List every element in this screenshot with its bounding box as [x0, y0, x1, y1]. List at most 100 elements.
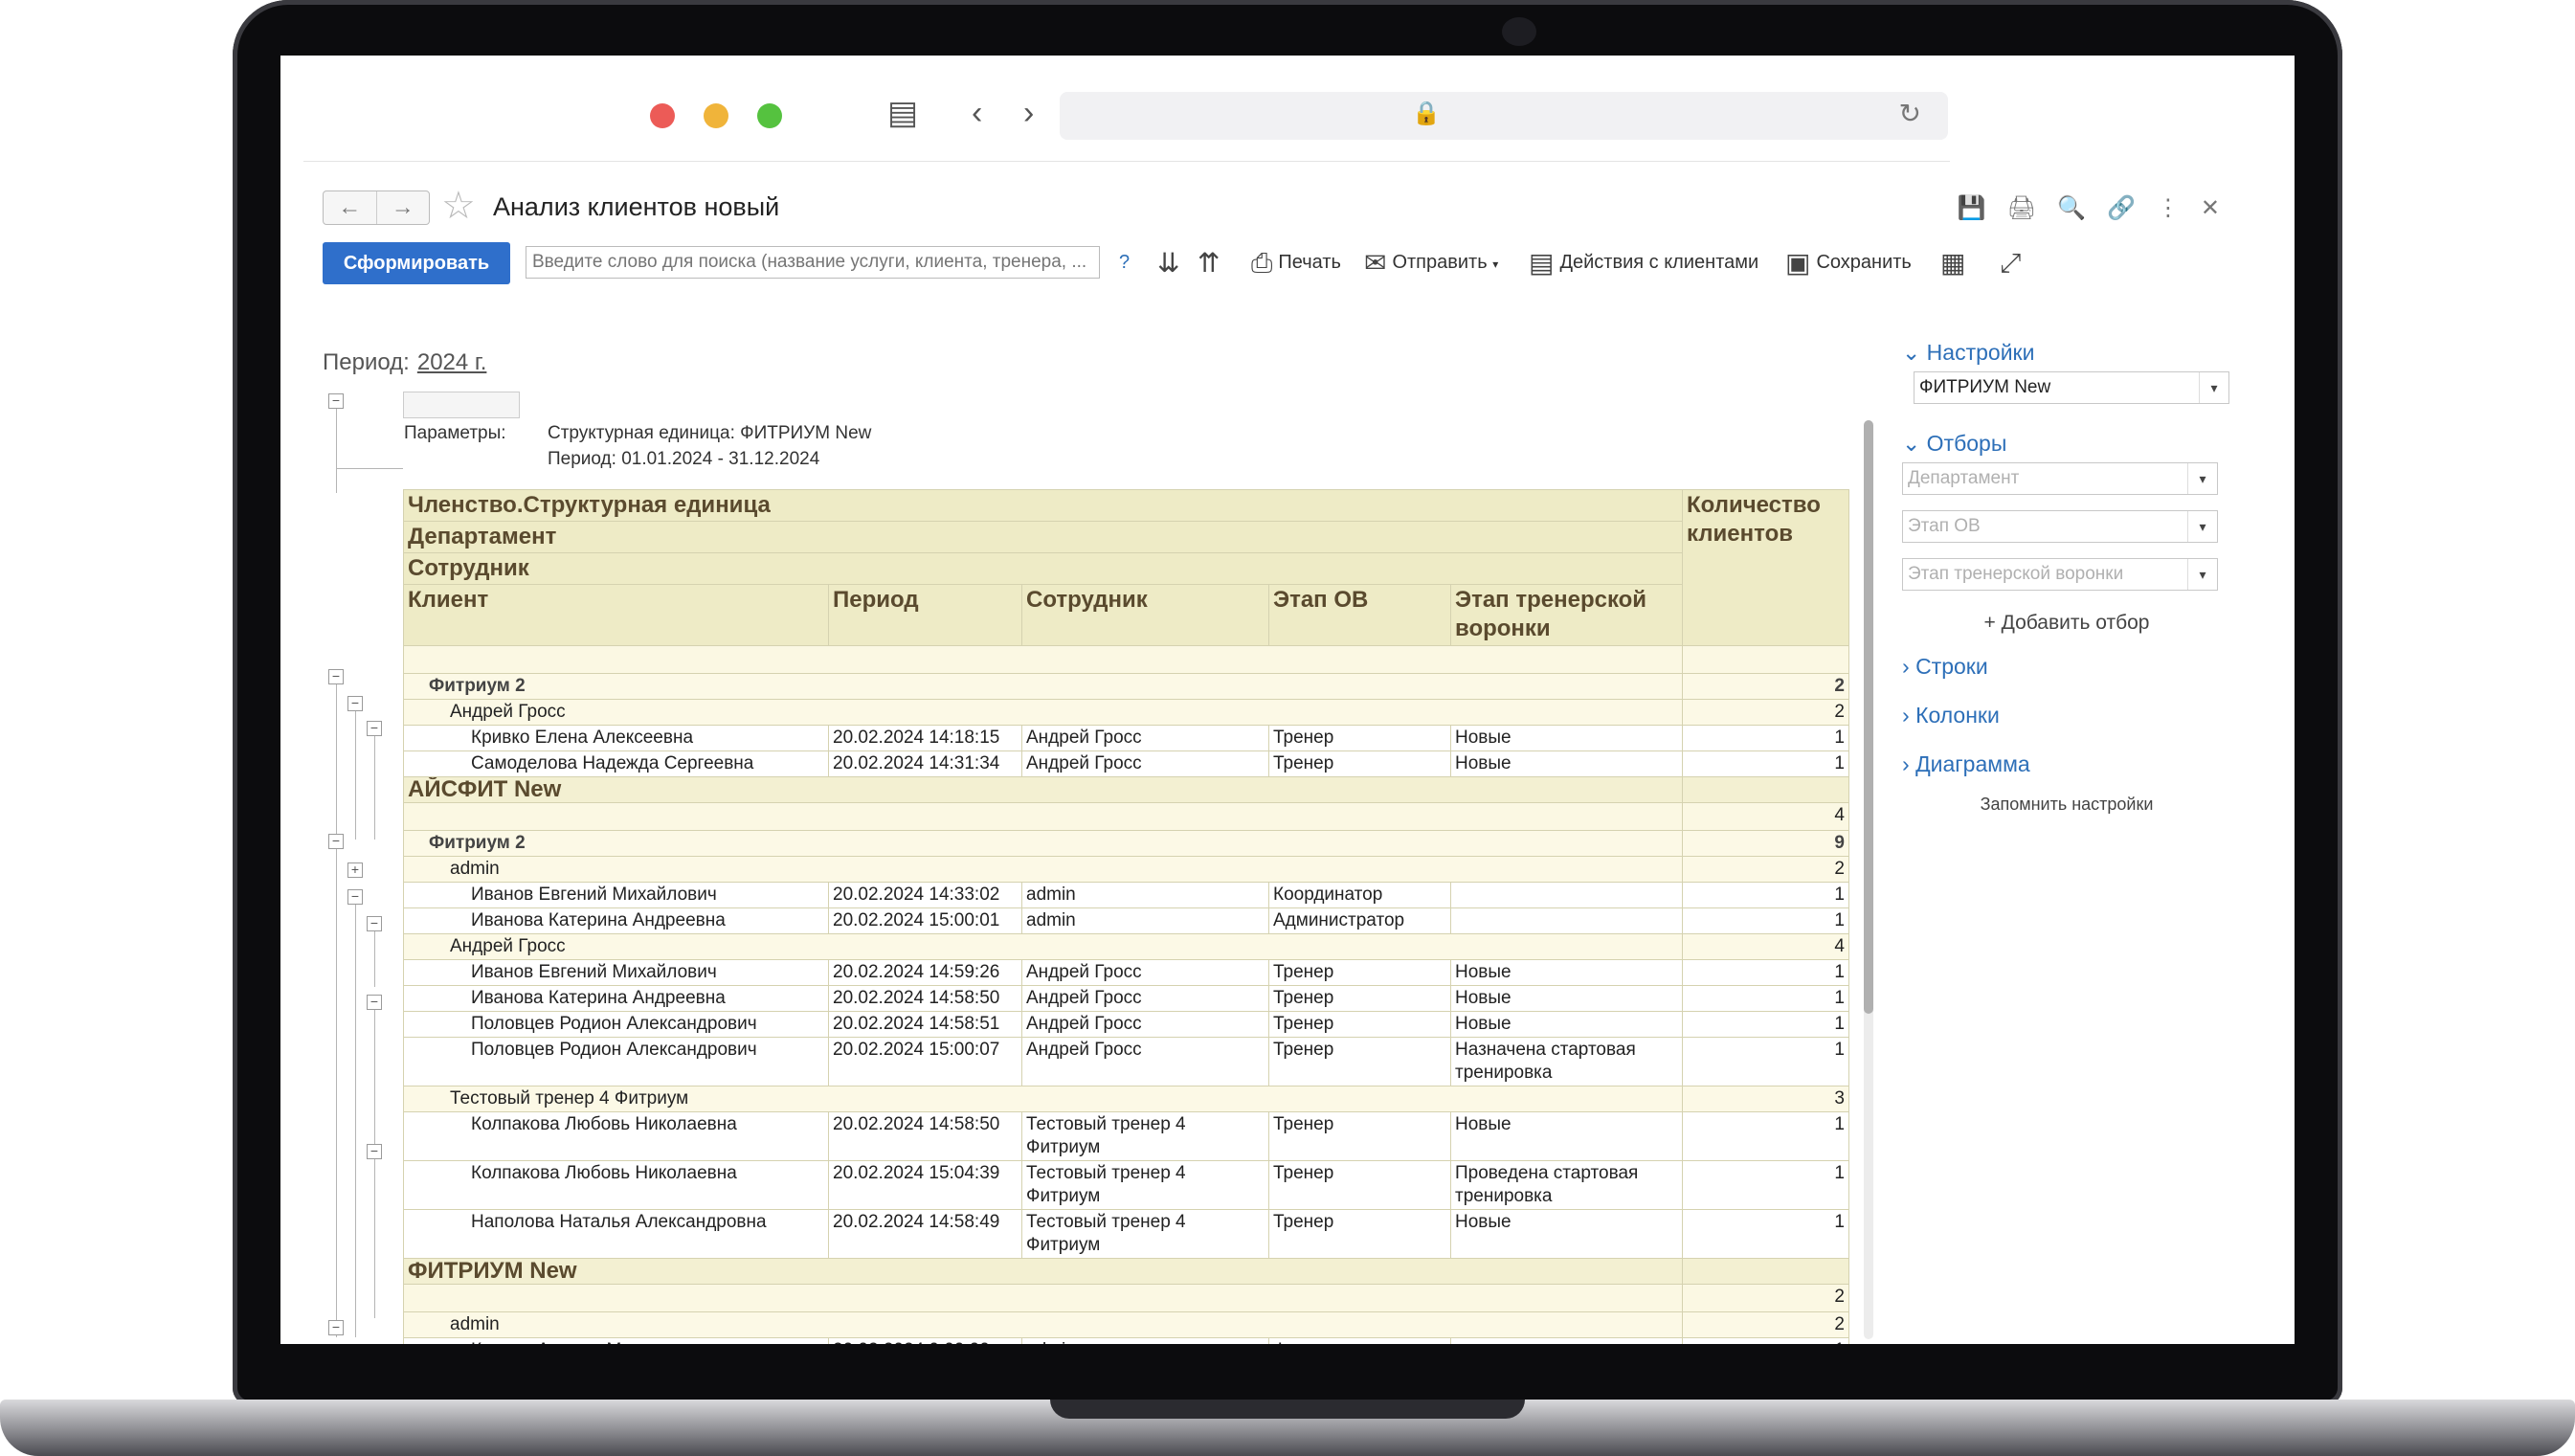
nav-forward-button[interactable]: →: [377, 191, 430, 224]
funnel-stage-filter[interactable]: Этап тренерской воронки ▾: [1902, 558, 2218, 591]
table-row: Наполова Наталья Александровна 20.02.2024…: [403, 1209, 1849, 1259]
params-period: Период: 01.01.2024 - 31.12.2024: [548, 449, 820, 469]
columns-section[interactable]: › Колонки: [1902, 703, 2247, 728]
client-cell: Половцев Родион Александрович: [403, 1037, 829, 1086]
count-cell: 1: [1682, 985, 1849, 1012]
table-row: Иванова Катерина Андреевна 20.02.2024 14:…: [403, 985, 1849, 1012]
group-count: 9: [1682, 830, 1849, 857]
group-row: Андрей Гросс 4: [403, 933, 1849, 960]
employee-cell: Андрей Гросс: [1021, 985, 1269, 1012]
period-link[interactable]: 2024 г.: [417, 349, 487, 375]
table-row: Колпакова Любовь Николаевна 20.02.2024 14…: [403, 1111, 1849, 1161]
rows-section[interactable]: › Строки: [1902, 654, 2247, 680]
dropdown-arrow-icon[interactable]: ▾: [2199, 372, 2228, 403]
collapse-toggle[interactable]: −: [328, 669, 344, 684]
vertical-scrollbar[interactable]: [1864, 420, 1873, 1339]
filters-section[interactable]: ⌄ Отборы: [1902, 431, 2247, 457]
group-label: [403, 1284, 1683, 1312]
reload-icon[interactable]: ↻: [1899, 98, 1921, 129]
save-label: Сохранить: [1816, 252, 1912, 273]
dropdown-arrow-icon[interactable]: ▾: [2187, 559, 2217, 590]
table-row: Калаев Арамис Магомедризаевич20.02.2024 …: [403, 1337, 1849, 1344]
client-actions-button[interactable]: ▤ Действия с клиентами: [1529, 248, 1758, 278]
columns-section-label: Колонки: [1915, 703, 2000, 728]
maximize-window-button[interactable]: [757, 103, 782, 128]
collapse-toggle[interactable]: −: [367, 916, 382, 931]
settings-variant-select[interactable]: ФИТРИУМ New ▾: [1914, 371, 2229, 404]
period-cell: 20.02.2024 14:18:15: [828, 725, 1022, 751]
header-membership-unit: Членство.Структурная единица: [403, 489, 1683, 522]
minimize-window-button[interactable]: [704, 103, 728, 128]
fullscreen-icon[interactable]: ⤢: [2000, 248, 2026, 278]
search-input[interactable]: [526, 246, 1100, 279]
forward-icon[interactable]: ›: [1023, 94, 1034, 132]
toolbar: Сформировать ? ⇊ ⇈ ⎙Печать ✉Отправить ▾ …: [323, 242, 2065, 286]
group-row: ФИТРИУМ New: [403, 1258, 1849, 1285]
chevron-down-icon: ⌄: [1902, 340, 1921, 365]
settings-section[interactable]: ⌄ Настройки: [1902, 340, 2247, 366]
collapse-toggle[interactable]: −: [328, 834, 344, 849]
add-filter-button[interactable]: + Добавить отбор: [1902, 612, 2231, 635]
settings-panel: ⌄ Настройки ФИТРИУМ New ▾ ⌄ Отборы Департ…: [1902, 340, 2247, 815]
more-icon[interactable]: ⋮: [2157, 194, 2180, 222]
table-settings-icon[interactable]: ▦: [1940, 248, 1971, 278]
address-bar[interactable]: 🔒 ↻: [1060, 92, 1948, 140]
group-label: Фитриум 2: [403, 830, 1683, 857]
group-label: Фитриум 2: [403, 673, 1683, 700]
chart-section[interactable]: › Диаграмма: [1902, 751, 2247, 777]
expand-all-icon[interactable]: ⇊: [1157, 248, 1185, 278]
preview-icon[interactable]: 🔍: [2057, 194, 2086, 222]
close-icon[interactable]: ✕: [2201, 194, 2220, 222]
group-count: 4: [1682, 933, 1849, 960]
group-label: Тестовый тренер 4 Фитриум: [403, 1086, 1683, 1112]
collapse-toggle[interactable]: −: [328, 393, 344, 409]
period-cell: 20.02.2024 14:59:26: [828, 959, 1022, 986]
client-cell: Иванова Катерина Андреевна: [403, 985, 829, 1012]
close-window-button[interactable]: [650, 103, 675, 128]
collapse-toggle[interactable]: −: [347, 696, 363, 711]
nav-back-button[interactable]: ←: [324, 191, 377, 224]
save-button[interactable]: ▣ Сохранить: [1785, 248, 1912, 278]
table-row: Самоделова Надежда Сергеевна 20.02.2024 1…: [403, 750, 1849, 777]
group-row: Андрей Гросс 2: [403, 699, 1849, 726]
favorite-star-icon[interactable]: ☆: [441, 187, 476, 225]
department-filter[interactable]: Департамент ▾: [1902, 462, 2218, 495]
sidebar-icon[interactable]: ▤: [887, 94, 918, 132]
period-cell: 20.02.2024 0:00:00: [828, 1337, 1022, 1344]
report-area: − − − − − + − − − − − Параметры: Структу…: [323, 392, 1883, 1344]
period-cell: 20.02.2024 15:00:07: [828, 1037, 1022, 1086]
report-table: Членство.Структурная единица Количество к…: [403, 489, 1849, 1344]
link-icon[interactable]: 🔗: [2107, 194, 2136, 222]
collapse-toggle[interactable]: −: [328, 1320, 344, 1335]
period-label: Период:: [323, 349, 410, 375]
header-employee-group: Сотрудник: [403, 552, 1683, 585]
generate-button[interactable]: Сформировать: [323, 242, 510, 284]
envelope-icon: ✉: [1364, 247, 1387, 278]
period-cell: 20.02.2024 15:00:01: [828, 907, 1022, 934]
settings-variant-value: ФИТРИУМ New: [1919, 377, 2051, 397]
browser-chrome: ▤ ‹ › ◐ 🔒 ↻: [303, 56, 1950, 162]
collapse-toggle[interactable]: −: [367, 721, 382, 736]
send-button[interactable]: ✉ Отправить ▾: [1364, 248, 1498, 279]
contact-card-icon: ▤: [1529, 247, 1555, 278]
stage-ov-cell: Тренер: [1268, 1011, 1451, 1038]
scrollbar-thumb[interactable]: [1864, 420, 1873, 1014]
stage-ov-filter[interactable]: Этап ОВ ▾: [1902, 510, 2218, 543]
collapse-toggle[interactable]: −: [347, 889, 363, 905]
help-button[interactable]: ?: [1119, 248, 1130, 277]
dropdown-arrow-icon[interactable]: ▾: [2187, 511, 2217, 542]
save-disk-icon[interactable]: 💾: [1958, 194, 1986, 222]
stage-ov-cell: Тренер: [1268, 959, 1451, 986]
collapse-toggle[interactable]: −: [367, 1144, 382, 1159]
collapse-all-icon[interactable]: ⇈: [1198, 248, 1225, 278]
employee-cell: Тестовый тренер 4 Фитриум: [1021, 1160, 1269, 1210]
group-count: 2: [1682, 1284, 1849, 1312]
print-icon[interactable]: 🖨: [2007, 194, 2036, 222]
back-icon[interactable]: ‹: [972, 94, 982, 132]
stage-ov-cell: Тренер: [1268, 1209, 1451, 1259]
remember-settings-button[interactable]: Запомнить настройки: [1902, 795, 2231, 815]
expand-toggle[interactable]: +: [347, 862, 363, 878]
dropdown-arrow-icon[interactable]: ▾: [2187, 463, 2217, 494]
print-button[interactable]: ⎙ Печать: [1251, 248, 1341, 278]
collapse-toggle[interactable]: −: [367, 995, 382, 1010]
